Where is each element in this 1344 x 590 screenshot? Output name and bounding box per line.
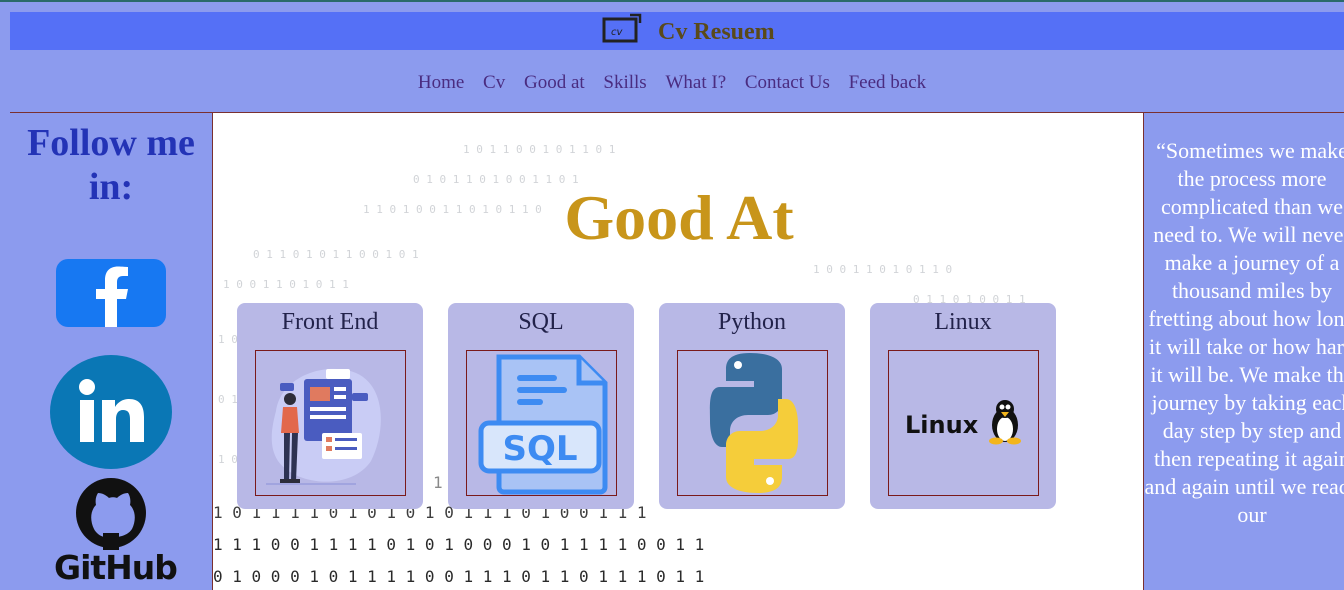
quote-text: “Sometimes we make the process more comp… [1144, 138, 1344, 527]
card-title: Front End [281, 309, 379, 335]
social-sidebar: Follow me in: GitHub [10, 113, 212, 590]
top-border [0, 0, 1344, 2]
nav-contact-us[interactable]: Contact Us [745, 72, 830, 93]
python-logo-illustration [677, 350, 828, 496]
card-title: Python [717, 309, 786, 335]
svg-text:1 1 1 0 0 1 1 1 1 0 1 0 1 0 0: 1 1 1 0 0 1 1 1 1 0 1 0 1 0 0 0 1 0 1 1 … [213, 535, 704, 554]
nav-feed-back[interactable]: Feed back [849, 72, 927, 93]
good-at-section: 1 0 1 1 0 0 1 0 1 1 0 1 0 1 0 1 1 0 1 0 … [212, 113, 1144, 590]
skill-card-front-end: Front End [237, 303, 423, 509]
card-title: Linux [934, 309, 992, 335]
facebook-link[interactable] [56, 259, 166, 327]
main-nav: Home Cv Good at Skills What I? Contact U… [0, 72, 1344, 94]
svg-text:1 0 0 1 1 0 1 0 1 1: 1 0 0 1 1 0 1 0 1 1 [223, 278, 349, 291]
svg-text:cv: cv [611, 27, 623, 38]
github-label: GitHub [54, 548, 178, 587]
front-end-illustration [255, 350, 406, 496]
skill-card-python: Python [659, 303, 845, 509]
sql-file-illustration: SQL [466, 350, 617, 496]
linkedin-icon [50, 355, 172, 469]
header-bar: cv Cv Resuem [10, 12, 1344, 50]
svg-text:1 0 1 1 0 0 1 0 1 1 0 1: 1 0 1 1 0 0 1 0 1 1 0 1 [463, 143, 615, 156]
nav-cv[interactable]: Cv [483, 72, 505, 93]
card-title: SQL [518, 309, 564, 335]
nav-home[interactable]: Home [418, 72, 464, 93]
cv-logo-icon: cv [602, 13, 642, 43]
skill-card-linux: Linux Linux [870, 303, 1056, 509]
linux-logo-illustration: Linux [888, 350, 1039, 496]
site-title: Cv Resuem [658, 19, 775, 45]
linkedin-link[interactable] [50, 355, 172, 469]
svg-text:1 0 0 1 1 0 1 0 1 1 0: 1 0 0 1 1 0 1 0 1 1 0 [813, 263, 952, 276]
sql-image-text: SQL [502, 429, 577, 469]
nav-what-i[interactable]: What I? [665, 72, 726, 93]
facebook-icon [56, 259, 166, 327]
skill-card-sql: SQL SQL [448, 303, 634, 509]
nav-skills[interactable]: Skills [603, 72, 646, 93]
github-link[interactable]: GitHub [54, 473, 178, 590]
linux-image-text: Linux [905, 411, 979, 439]
page-heading: Good At [564, 182, 794, 253]
follow-heading: Follow me in: [27, 122, 195, 208]
quote-sidebar: “Sometimes we make the process more comp… [1144, 113, 1344, 590]
svg-text:0 1 0 0 0 1 0 1 1 1 1 0 0 1 1: 0 1 0 0 0 1 0 1 1 1 1 0 0 1 1 1 0 1 1 0 … [213, 567, 704, 586]
nav-good-at[interactable]: Good at [524, 72, 585, 93]
